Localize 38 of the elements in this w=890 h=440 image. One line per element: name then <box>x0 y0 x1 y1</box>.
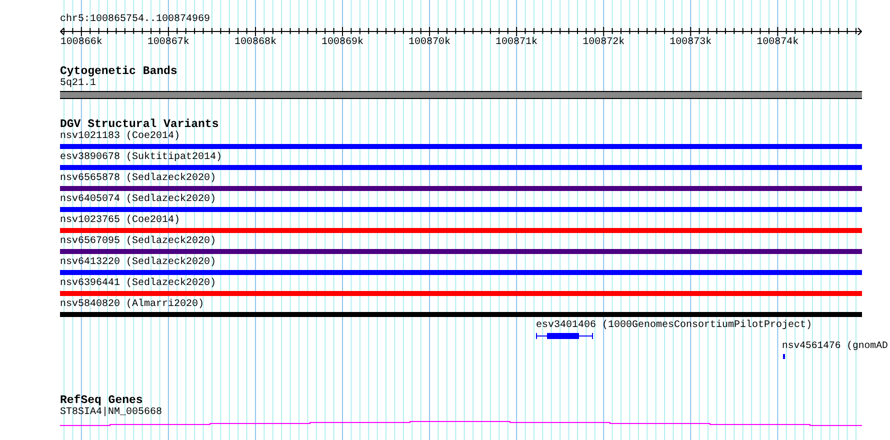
track-title: DGV Structural Variants <box>60 118 219 131</box>
variant-bar[interactable] <box>60 207 862 212</box>
tick-label: 100870k <box>408 37 451 49</box>
gene-label: ST8SIA4|NM_005668 <box>60 407 162 419</box>
variant-label: nsv5840820 (Almarri2020) <box>60 299 204 311</box>
variant-label: nsv6413220 (Sedlazeck2020) <box>60 257 216 269</box>
tick-label: 100874k <box>756 37 799 49</box>
tick-label: 100867k <box>147 37 190 49</box>
variant-label: nsv6565878 (Sedlazeck2020) <box>60 173 216 185</box>
tick-label: 100868k <box>234 37 276 49</box>
band-label: 5q21.1 <box>60 78 96 90</box>
variant-bar[interactable] <box>60 291 862 296</box>
variant-label: nsv1023765 (Coe2014) <box>60 215 180 227</box>
tick-label: 100873k <box>670 37 712 49</box>
variant-label: esv3890678 (Suktitipat2014) <box>60 152 222 164</box>
tick-label: 100872k <box>582 37 625 49</box>
region-label: chr5:100865754..100874969 <box>60 14 210 26</box>
variant-bar[interactable] <box>60 186 862 191</box>
tick-label: 100871k <box>496 37 538 49</box>
track-title: Cytogenetic Bands <box>60 65 178 78</box>
variant-bar[interactable] <box>60 312 862 317</box>
tick-label: 100866k <box>60 37 102 49</box>
variant-label: nsv6405074 (Sedlazeck2020) <box>60 194 216 206</box>
variant-label: nsv1021183 (Coe2014) <box>60 131 180 143</box>
variant-bar[interactable] <box>60 144 862 149</box>
variant-label: nsv6567095 (Sedlazeck2020) <box>60 236 216 248</box>
band-bar[interactable] <box>60 91 862 99</box>
variant-bar[interactable] <box>60 270 862 275</box>
variant-label: nsv6396441 (Sedlazeck2020) <box>60 278 216 290</box>
gene-line[interactable] <box>60 421 862 426</box>
variant-bar[interactable] <box>60 249 862 254</box>
variant-bar[interactable] <box>60 165 862 170</box>
variant-label: nsv4561476 (gnomAD <box>782 340 888 352</box>
variant-bar[interactable] <box>60 228 862 233</box>
variant-feature[interactable] <box>536 332 594 339</box>
tick-label: 100869k <box>322 37 364 49</box>
variant-label: esv3401406 (1000GenomesConsortiumPilotProject) <box>536 320 812 332</box>
track-title: RefSeq Genes <box>60 394 143 407</box>
